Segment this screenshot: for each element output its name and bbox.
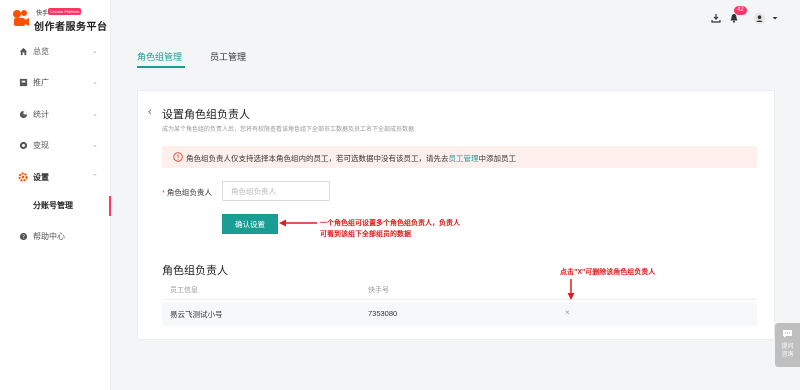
brand-badge: Creator Platform xyxy=(48,8,82,15)
chevron-down-icon: ⌄ xyxy=(92,79,98,86)
sidebar-item-label: 推广 xyxy=(33,77,49,87)
annotation-confirm-note-line2: 可看到该组下全部组员的数据 xyxy=(320,231,411,238)
sidebar-item-sub-account[interactable]: 分账号管理 xyxy=(0,196,111,216)
employee-management-link[interactable]: 员工管理 xyxy=(449,154,479,163)
sidebar-item-label: 帮助中心 xyxy=(33,231,65,241)
annotation-remove-note: 点击"X"可删除该角色组负责人 xyxy=(560,269,656,276)
active-indicator xyxy=(109,196,111,216)
svg-text:?: ? xyxy=(22,234,25,240)
brand-title: 创作者服务平台 xyxy=(34,22,108,33)
kuaishou-id: 7353080 xyxy=(368,309,398,318)
kuaishou-logo-icon xyxy=(13,10,29,26)
brand-small-label: 快手 xyxy=(36,11,49,17)
sidebar-item-settings[interactable]: 设置 ⌃ xyxy=(0,167,111,187)
alert-text: 角色组负责人仅支持选择本角色组内的员工，若可选数据中没有该员工，请先去员工管理中… xyxy=(186,153,516,164)
stats-icon xyxy=(18,109,28,119)
alert-text-after: 中添加员工 xyxy=(478,154,517,163)
column-header-employee-info: 员工信息 xyxy=(170,287,198,294)
help-icon: ? xyxy=(18,231,28,241)
sidebar-item-stats[interactable]: 统计 ⌄ xyxy=(0,104,111,124)
chat-bubble-icon xyxy=(783,330,792,338)
alert-text-before: 角色组负责人仅支持选择本角色组内的员工，若可选数据中没有该员工，请先去 xyxy=(186,154,449,163)
section-title-role-owners: 角色组负责人 xyxy=(162,265,228,277)
sidebar-item-label: 变现 xyxy=(33,140,49,150)
sidebar-sub-item-label: 分账号管理 xyxy=(33,201,73,210)
sidebar-item-overview[interactable]: 总览 ⌄ xyxy=(0,41,111,61)
home-icon xyxy=(18,46,28,56)
sidebar-item-monetize[interactable]: 变现 ⌄ xyxy=(0,135,111,155)
back-arrow-icon[interactable]: ‹ xyxy=(148,106,152,118)
sidebar-item-promotion[interactable]: 推广 ⌄ xyxy=(0,72,111,92)
floating-consult-label-line2: 咨询 xyxy=(781,352,794,358)
role-owner-field-label: * 角色组负责人 xyxy=(162,187,212,198)
page-title: 设置角色组负责人 xyxy=(162,109,250,121)
annotation-arrow-confirm xyxy=(279,219,317,227)
table-row: 易云飞测试小号 7353080 × xyxy=(162,302,757,326)
sidebar-item-label: 设置 xyxy=(33,172,49,182)
info-alert: 角色组负责人仅支持选择本角色组内的员工，若可选数据中没有该员工，请先去员工管理中… xyxy=(162,146,757,168)
floating-consult-button[interactable]: 提问 咨询 xyxy=(775,323,800,367)
annotation-arrow-remove xyxy=(567,279,575,300)
download-icon[interactable] xyxy=(710,11,722,25)
active-tab-indicator xyxy=(137,66,185,68)
role-owner-input[interactable] xyxy=(222,181,330,201)
floating-consult-label: 提问 咨询 xyxy=(778,343,797,359)
required-mark: * xyxy=(162,188,165,197)
promotion-icon xyxy=(18,77,28,87)
tab-employee-management[interactable]: 员工管理 xyxy=(210,50,246,63)
chevron-down-icon: ⌄ xyxy=(92,142,98,149)
dropdown-icon[interactable] xyxy=(769,11,781,25)
remove-owner-icon[interactable]: × xyxy=(565,308,570,317)
tab-role-group-management[interactable]: 角色组管理 xyxy=(137,50,182,63)
table-header: 员工信息 快手号 xyxy=(162,280,757,300)
sidebar: 快手 Creator Platform 创作者服务平台 总览 ⌄ 推广 ⌄ 统计… xyxy=(0,0,111,390)
sidebar-item-label: 统计 xyxy=(33,109,49,119)
sidebar-item-help[interactable]: ? 帮助中心 xyxy=(0,226,111,246)
chevron-down-icon: ⌄ xyxy=(92,111,98,118)
field-label-text: 角色组负责人 xyxy=(166,188,212,197)
column-header-kuaishou-id: 快手号 xyxy=(368,287,389,294)
confirm-setting-button[interactable]: 确认设置 xyxy=(222,214,278,234)
page-description: 成为某个角色组的负责人后，您将有权限查看该角色组下全部员工数据及员工名下全部成员… xyxy=(162,127,415,133)
warning-icon xyxy=(173,152,183,162)
brand-logo[interactable]: 快手 Creator Platform 创作者服务平台 xyxy=(12,6,107,36)
monetize-icon xyxy=(18,140,28,150)
annotation-confirm-note-line1: 一个角色组可设置多个角色组负责人，负责人 xyxy=(320,220,460,227)
sidebar-item-label: 总览 xyxy=(33,46,49,56)
notification-badge: 42 xyxy=(734,6,747,15)
floating-consult-label-line1: 提问 xyxy=(781,344,794,350)
chevron-down-icon: ⌄ xyxy=(92,48,98,55)
user-avatar-icon[interactable] xyxy=(753,11,765,25)
chevron-up-icon: ⌃ xyxy=(92,174,98,181)
settings-icon xyxy=(18,172,28,182)
employee-name: 易云飞测试小号 xyxy=(170,310,223,319)
